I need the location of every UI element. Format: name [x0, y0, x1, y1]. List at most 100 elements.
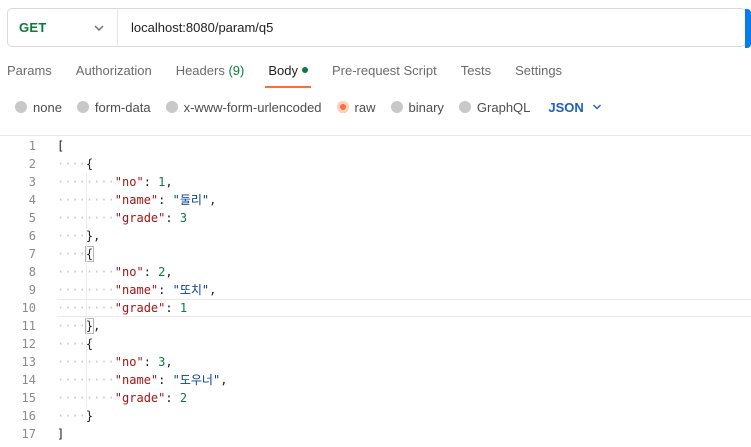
code-token: :: [158, 193, 173, 207]
line-number: 6: [28, 229, 36, 243]
tab-label: Pre-request Script: [331, 63, 437, 78]
code-token: "둘리": [172, 193, 210, 207]
tab-headers[interactable]: Headers (9): [176, 56, 245, 88]
method-select[interactable]: GET: [8, 9, 118, 46]
format-select-label: JSON: [548, 99, 584, 115]
line-number: 9: [28, 283, 36, 297]
body-type-binary[interactable]: binary: [390, 99, 444, 115]
tab-tests[interactable]: Tests: [461, 56, 491, 88]
code-token: ,: [165, 265, 173, 279]
request-tabs: Params Authorization Headers (9) Body Pre-re…: [0, 56, 579, 88]
chevron-down-icon: [592, 104, 601, 110]
tab-settings[interactable]: Settings: [515, 56, 562, 88]
tab-body[interactable]: Body: [265, 56, 311, 88]
send-button[interactable]: [745, 9, 751, 48]
code-text: ····{: [57, 245, 95, 263]
code-line: 5 ········"grade": 3: [0, 209, 751, 227]
code-text: ····{: [57, 155, 93, 173]
code-text: ····{: [57, 335, 93, 353]
method-label: GET: [19, 20, 47, 35]
code-line: 9 ········"name": "또치",: [0, 281, 751, 299]
tab-authorization[interactable]: Authorization: [76, 56, 152, 88]
body-type-label: binary: [408, 99, 444, 115]
line-number: 1: [28, 139, 36, 153]
code-token: :: [165, 301, 180, 315]
code-text: ········"grade": 2: [57, 389, 187, 407]
tab-label: Settings: [515, 63, 563, 78]
line-number: 8: [28, 265, 36, 279]
tab-label: Tests: [460, 63, 492, 78]
body-type-label: raw: [354, 99, 376, 115]
code-token: "grade": [114, 391, 166, 405]
code-text: ····},: [57, 227, 100, 245]
radio-icon[interactable]: [165, 101, 178, 113]
line-number: 10: [21, 301, 36, 315]
radio-icon[interactable]: [390, 101, 403, 113]
format-select[interactable]: JSON: [548, 100, 601, 115]
code-line: 16 ····}: [0, 407, 751, 425]
code-token: :: [143, 175, 159, 189]
code-line: 14 ········"name": "도우너",: [0, 371, 751, 389]
whitespace-marker: ····: [57, 247, 86, 261]
code-editor[interactable]: 1[2····{3········"no": 1,4········"name"…: [0, 136, 751, 447]
code-token: ]: [57, 427, 65, 441]
code-token: :: [143, 265, 159, 279]
code-token: "도우너": [172, 373, 221, 387]
tab-pre-request-script[interactable]: Pre-request Script: [332, 56, 437, 88]
code-token: ,: [93, 319, 101, 333]
code-token: "name": [114, 373, 159, 387]
code-token: 3: [179, 211, 188, 225]
code-token: "name": [114, 193, 159, 207]
code-token: "no": [114, 265, 144, 279]
code-token: :: [165, 211, 180, 225]
code-token: :: [143, 355, 159, 369]
line-number: 4: [28, 193, 36, 207]
code-token: "name": [114, 283, 159, 297]
url-input[interactable]: localhost:8080/param/q5: [118, 20, 745, 35]
radio-icon[interactable]: [458, 101, 471, 113]
code-text: ]: [57, 425, 64, 443]
body-type-label: GraphQL: [476, 99, 531, 115]
code-text: ····}: [57, 407, 93, 425]
code-text: ········"name": "둘리",: [57, 191, 216, 209]
code-line: 3 ········"no": 1,: [0, 173, 751, 191]
code-text: ····},: [57, 317, 100, 335]
code-token: ,: [165, 355, 173, 369]
tab-params[interactable]: Params: [7, 56, 52, 88]
whitespace-marker: ····: [57, 157, 86, 171]
code-text: ········"no": 2,: [57, 263, 173, 281]
body-type-label: x-www-form-urlencoded: [183, 99, 322, 115]
body-type-x-www-form-urlencoded[interactable]: x-www-form-urlencoded: [165, 99, 322, 115]
code-line: 13 ········"no": 3,: [0, 353, 751, 371]
body-type-label: form-data: [94, 99, 151, 115]
body-type-label: none: [33, 99, 62, 115]
line-number: 14: [21, 373, 36, 387]
body-type-options: none form-data x-www-form-urlencoded raw bin…: [0, 95, 602, 119]
code-text: ········"no": 3,: [57, 353, 173, 371]
body-type-graphql[interactable]: GraphQL: [458, 99, 531, 115]
code-line: 2 ····{: [0, 155, 751, 173]
code-line: 12 ····{: [0, 335, 751, 353]
chevron-down-icon: [94, 25, 104, 31]
code-text: ········"grade": 3: [57, 209, 187, 227]
line-number: 15: [21, 391, 36, 405]
code-token: ,: [209, 193, 217, 207]
body-type-raw[interactable]: raw: [336, 99, 376, 115]
code-token: }: [85, 409, 94, 423]
line-number: 5: [28, 211, 36, 225]
tab-label: Authorization: [75, 63, 152, 78]
code-token: :: [158, 373, 173, 387]
whitespace-marker: ····: [57, 229, 86, 243]
line-number: 7: [28, 247, 36, 261]
body-type-form-data[interactable]: form-data: [76, 99, 151, 115]
radio-icon[interactable]: [336, 101, 349, 113]
code-line: 7 ····{: [0, 245, 751, 263]
body-type-none[interactable]: none: [15, 100, 62, 115]
radio-icon[interactable]: [76, 101, 89, 113]
code-line: 1[: [0, 137, 751, 155]
radio-icon[interactable]: [15, 101, 27, 113]
request-url-bar: GET localhost:8080/param/q5: [7, 8, 751, 48]
code-line: 15 ········"grade": 2: [0, 389, 751, 407]
line-number: 3: [28, 175, 36, 189]
code-token: "no": [114, 175, 144, 189]
